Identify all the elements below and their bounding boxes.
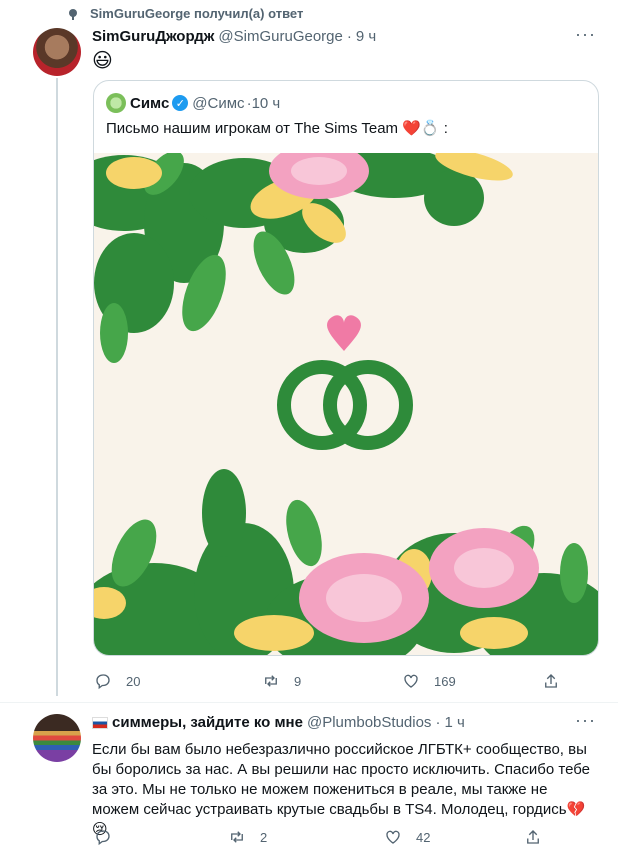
tweet-header: симмеры, зайдите ко мне @PlumbobStudios … [92, 714, 465, 731]
author-handle[interactable]: @SimGuruGeorge [218, 28, 342, 45]
tweet-actions: 2 42 [94, 828, 556, 846]
quote-text: Письмо нашим игрокам от The Sims Team ❤️… [106, 120, 448, 137]
thread-line [56, 78, 58, 696]
quote-author-name[interactable]: Симс [130, 95, 169, 112]
retweet-icon [265, 675, 277, 687]
separator-dot: · [435, 714, 441, 731]
retweet-button[interactable]: 9 [262, 672, 402, 690]
separator-dot: · [346, 28, 352, 45]
retweet-count: 9 [294, 673, 302, 689]
wedding-rings-image[interactable] [94, 153, 599, 656]
quote-timestamp: 10 ч [251, 94, 281, 112]
reply-context-text[interactable]: SimGuruGeorge получил(а) ответ [90, 6, 303, 21]
heart-icon [386, 830, 400, 844]
tweet-text: 😃 [92, 50, 113, 72]
divider [0, 702, 618, 703]
more-options-icon[interactable]: ··· [575, 24, 596, 45]
author-name[interactable]: симмеры, зайдите ко мне [112, 714, 303, 731]
author-handle[interactable]: @PlumbobStudios [307, 714, 431, 731]
quote-header: Симс ✓ @Симс · 10 ч [106, 93, 280, 113]
share-button[interactable] [542, 672, 574, 690]
reply-button[interactable] [94, 828, 228, 846]
sims-avatar-icon[interactable] [106, 93, 126, 113]
like-count: 42 [416, 829, 431, 845]
tweet-actions: 20 9 169 [94, 672, 574, 690]
retweet-button[interactable]: 2 [228, 828, 384, 846]
comment-icon [66, 7, 80, 21]
retweet-count: 2 [260, 829, 268, 845]
share-icon [545, 674, 557, 688]
russia-flag-icon [92, 716, 108, 729]
share-button[interactable] [524, 828, 556, 846]
share-icon [527, 830, 539, 844]
retweet-icon [231, 831, 243, 843]
timestamp[interactable]: 9 ч [356, 28, 376, 45]
more-options-icon[interactable]: ··· [575, 710, 596, 731]
tweet-header: SimGuruДжордж @SimGuruGeorge · 9 ч [92, 28, 376, 45]
quoted-tweet[interactable]: Симс ✓ @Симс · 10 ч Письмо нашим игрокам… [93, 80, 599, 656]
reply-icon [96, 674, 110, 690]
verified-badge-icon: ✓ [172, 95, 189, 111]
author-name[interactable]: SimGuruДжордж [92, 28, 214, 45]
reply-context: SimGuruGeorge получил(а) ответ [66, 6, 303, 21]
reply-count: 20 [126, 673, 141, 689]
tweet-text: Если бы вам было небезразлично российско… [92, 741, 591, 838]
like-button[interactable]: 169 [402, 672, 542, 690]
avatar[interactable] [33, 714, 81, 762]
reply-button[interactable]: 20 [94, 672, 262, 690]
like-count: 169 [434, 673, 456, 689]
heart-icon [404, 674, 418, 688]
like-button[interactable]: 42 [384, 828, 524, 846]
reply-icon [96, 830, 110, 846]
quote-author-handle: @Симс [192, 94, 245, 112]
avatar[interactable] [33, 28, 81, 76]
timestamp[interactable]: 1 ч [444, 714, 464, 731]
